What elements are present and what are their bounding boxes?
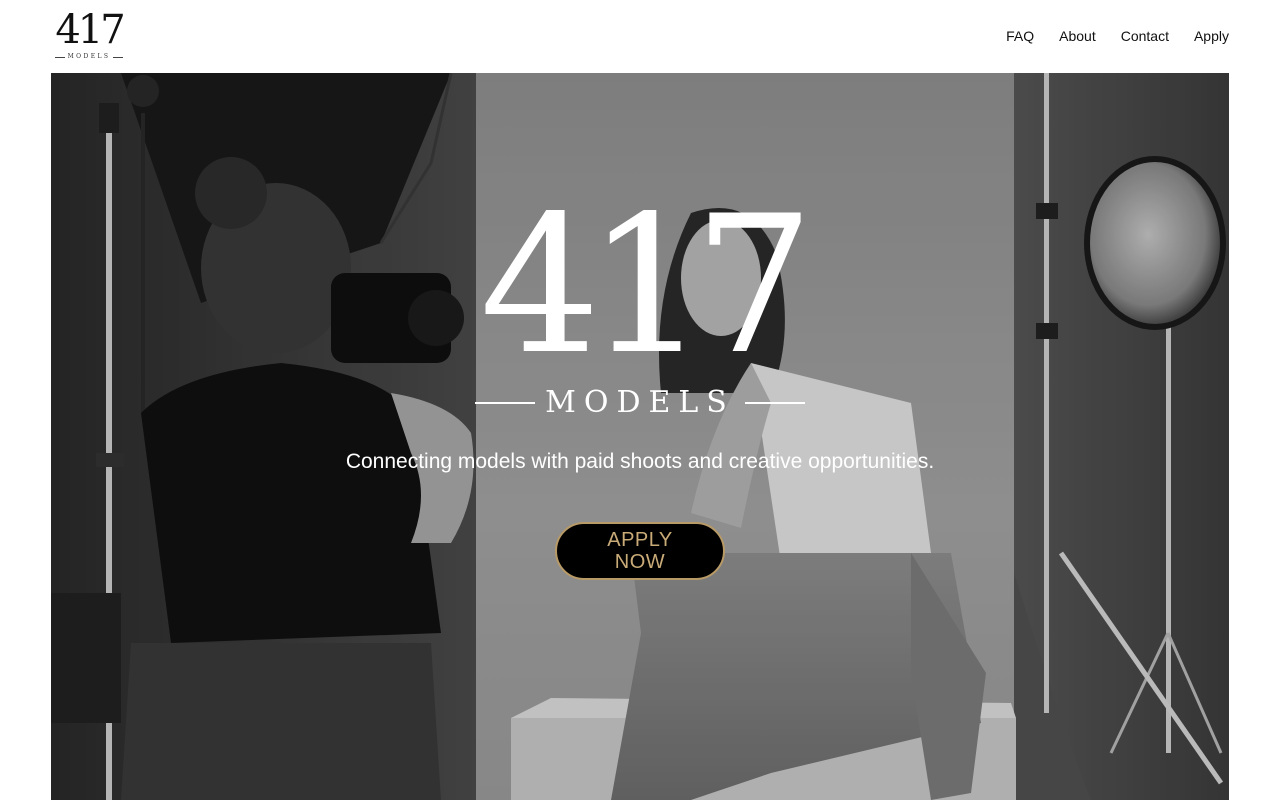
hero-rule-right bbox=[744, 402, 805, 404]
hero-logo-sub-text: MODELS bbox=[545, 385, 735, 420]
hero-logo-subtitle: MODELS bbox=[470, 383, 810, 423]
hero-logo: 417 MODELS bbox=[470, 175, 815, 423]
brand-rule-left bbox=[54, 56, 65, 58]
brand-logo-sub-text: MODELS bbox=[67, 53, 111, 60]
nav-link-contact[interactable]: Contact bbox=[1121, 26, 1169, 46]
apply-now-button[interactable]: APPLY NOW bbox=[555, 522, 725, 580]
brand-logo-subtitle: MODELS bbox=[52, 52, 126, 62]
nav-link-faq[interactable]: FAQ bbox=[1006, 26, 1034, 46]
hero-rule-left bbox=[475, 402, 536, 404]
main-nav: FAQ About Contact Apply bbox=[1006, 26, 1229, 46]
brand-logo[interactable]: 417 MODELS bbox=[52, 7, 126, 62]
brand-rule-right bbox=[113, 56, 124, 58]
nav-link-about[interactable]: About bbox=[1059, 26, 1096, 46]
site-header: 417 MODELS FAQ About Contact Apply bbox=[0, 0, 1280, 73]
hero-tagline: Connecting models with paid shoots and c… bbox=[345, 450, 935, 473]
hero-logo-number: 417 bbox=[479, 175, 815, 396]
brand-logo-number: 417 bbox=[55, 7, 125, 53]
nav-link-apply[interactable]: Apply bbox=[1194, 26, 1229, 46]
hero-section: 417 MODELS Connecting models with paid s… bbox=[51, 73, 1229, 800]
